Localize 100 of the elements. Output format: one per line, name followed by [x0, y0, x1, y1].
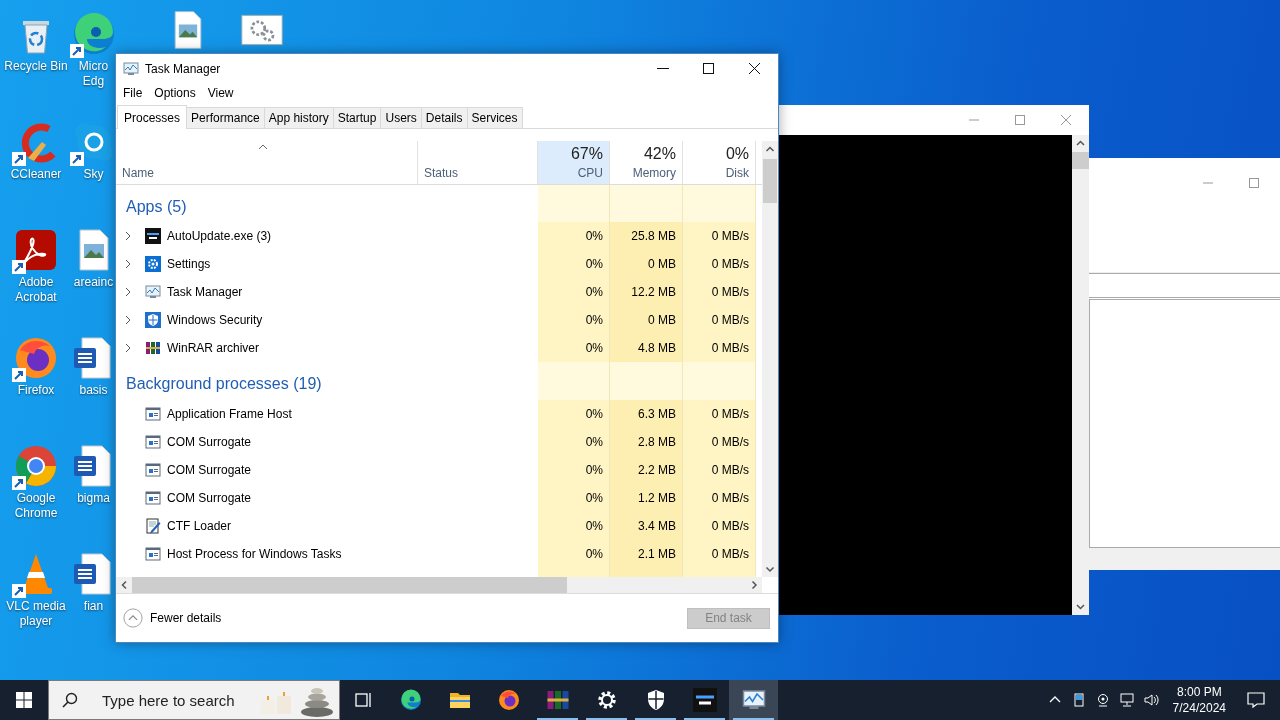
scroll-thumb[interactable] — [1072, 152, 1089, 169]
table-cell: 0% — [538, 484, 610, 512]
table-cell: 0% — [538, 334, 610, 362]
scroll-thumb[interactable] — [132, 577, 567, 593]
taskbar-button[interactable] — [729, 680, 778, 720]
table-cell: 4.8 MB — [610, 334, 683, 362]
search-icon — [62, 692, 78, 708]
tab[interactable]: Users — [380, 107, 422, 128]
window-icon — [145, 462, 161, 478]
windows-logo-icon[interactable] — [16, 692, 32, 708]
books-icon — [545, 688, 570, 712]
notepad-pencil-icon — [145, 518, 161, 534]
process-name[interactable]: Task Manager — [167, 285, 243, 299]
table-cell: 0 MB/s — [683, 540, 756, 568]
table-cell: 12.2 MB — [610, 278, 683, 306]
scrollbar[interactable] — [1072, 135, 1089, 615]
menu-item[interactable]: View — [201, 86, 240, 100]
notification-icon[interactable] — [1246, 690, 1266, 710]
group-header: Apps (5) — [126, 197, 187, 216]
table-cell: 0% — [538, 278, 610, 306]
books-icon — [145, 340, 161, 356]
table-cell: 2.2 MB — [610, 456, 683, 484]
process-name[interactable]: COM Surrogate — [167, 435, 252, 449]
task-view-icon[interactable] — [353, 690, 373, 710]
process-name[interactable]: Host Process for Windows Tasks — [167, 547, 342, 561]
app-icon — [692, 688, 717, 712]
tab[interactable]: Details — [420, 107, 468, 128]
gear-icon — [145, 256, 161, 272]
menu-item[interactable]: Options — [148, 86, 202, 100]
table-cell: 0 MB/s — [683, 306, 756, 334]
scrollbar[interactable] — [762, 141, 778, 577]
table-cell — [538, 185, 610, 222]
table-cell: 0 MB/s — [683, 456, 756, 484]
table-cell: 0% — [538, 428, 610, 456]
scroll-thumb[interactable] — [763, 159, 777, 203]
column-header[interactable]: 42% Memory — [610, 141, 683, 184]
table-cell: 0 MB/s — [683, 484, 756, 512]
group-header: Background processes (19) — [126, 375, 322, 393]
process-name[interactable]: WinRAR archiver — [167, 341, 259, 355]
table-cell: 0% — [538, 250, 610, 278]
table-cell: 0% — [538, 540, 610, 568]
table-cell: 0% — [538, 512, 610, 540]
table-cell: 2.1 MB — [610, 540, 683, 568]
expand-chevron-icon[interactable] — [124, 315, 132, 325]
table-cell: 1.2 MB — [610, 484, 683, 512]
table-cell: 2.8 MB — [610, 428, 683, 456]
table-cell: 0% — [538, 222, 610, 250]
tab[interactable]: Performance — [186, 107, 265, 128]
process-name[interactable]: COM Surrogate — [167, 491, 252, 505]
process-name[interactable]: Application Frame Host — [167, 407, 292, 421]
fewer-details-button[interactable]: Fewer details — [123, 608, 222, 628]
scrollbar[interactable] — [116, 577, 762, 593]
process-name[interactable]: AutoUpdate.exe (3) — [167, 229, 272, 243]
column-header[interactable]: Name — [122, 166, 154, 180]
monitor-chart-icon — [741, 688, 766, 712]
table-cell: 25.8 MB — [610, 222, 683, 250]
monitor-chart-icon — [123, 60, 139, 77]
table-cell: 0 MB/s — [683, 222, 756, 250]
clock-time[interactable]: 8:00 PM — [1176, 684, 1222, 700]
browser-icon — [398, 688, 423, 712]
tab[interactable]: App history — [263, 107, 334, 128]
table-cell: 0 MB/s — [683, 334, 756, 362]
table-cell: 0 MB/s — [683, 400, 756, 428]
expand-chevron-icon[interactable] — [124, 231, 132, 241]
tab[interactable]: Processes — [117, 105, 188, 129]
network-icon[interactable] — [1118, 692, 1135, 708]
table-cell: 0% — [538, 456, 610, 484]
table-cell: 0 MB/s — [683, 428, 756, 456]
table-cell: 0 MB — [610, 306, 683, 334]
volume-icon[interactable] — [1142, 692, 1159, 708]
table-cell — [538, 568, 610, 577]
tab[interactable]: Startup — [332, 107, 382, 128]
menu-item[interactable]: File — [117, 86, 149, 100]
tab[interactable]: Services — [466, 107, 523, 128]
table-cell: 3.4 MB — [610, 512, 683, 540]
window-title: Task Manager — [145, 61, 221, 76]
window-icon — [145, 490, 161, 506]
sort-caret-icon[interactable] — [258, 144, 268, 150]
table-cell: 0% — [538, 306, 610, 334]
monitor-chart-icon — [145, 284, 161, 300]
search-field[interactable]: Type here to search — [48, 680, 340, 720]
process-name[interactable]: CTF Loader — [167, 519, 232, 533]
clock-date[interactable]: 7/24/2024 — [1172, 700, 1226, 716]
expand-chevron-icon[interactable] — [124, 343, 132, 353]
shield-icon — [145, 312, 161, 328]
process-name[interactable]: COM Surrogate — [167, 463, 252, 477]
window-icon — [145, 546, 161, 562]
window-icon — [145, 434, 161, 450]
window-icon — [145, 406, 161, 422]
column-header[interactable]: 0% Disk — [683, 141, 756, 184]
process-name[interactable]: Settings — [167, 257, 211, 271]
process-name[interactable]: Windows Security — [167, 313, 263, 327]
expand-chevron-icon[interactable] — [124, 259, 132, 269]
table-cell: 0 MB/s — [683, 278, 756, 306]
table-cell — [538, 362, 610, 400]
column-header[interactable]: 67% CPU — [538, 141, 610, 184]
table-cell: 0 MB/s — [683, 512, 756, 540]
app-icon — [145, 228, 161, 244]
firefox-icon — [496, 688, 521, 712]
expand-chevron-icon[interactable] — [124, 287, 132, 297]
